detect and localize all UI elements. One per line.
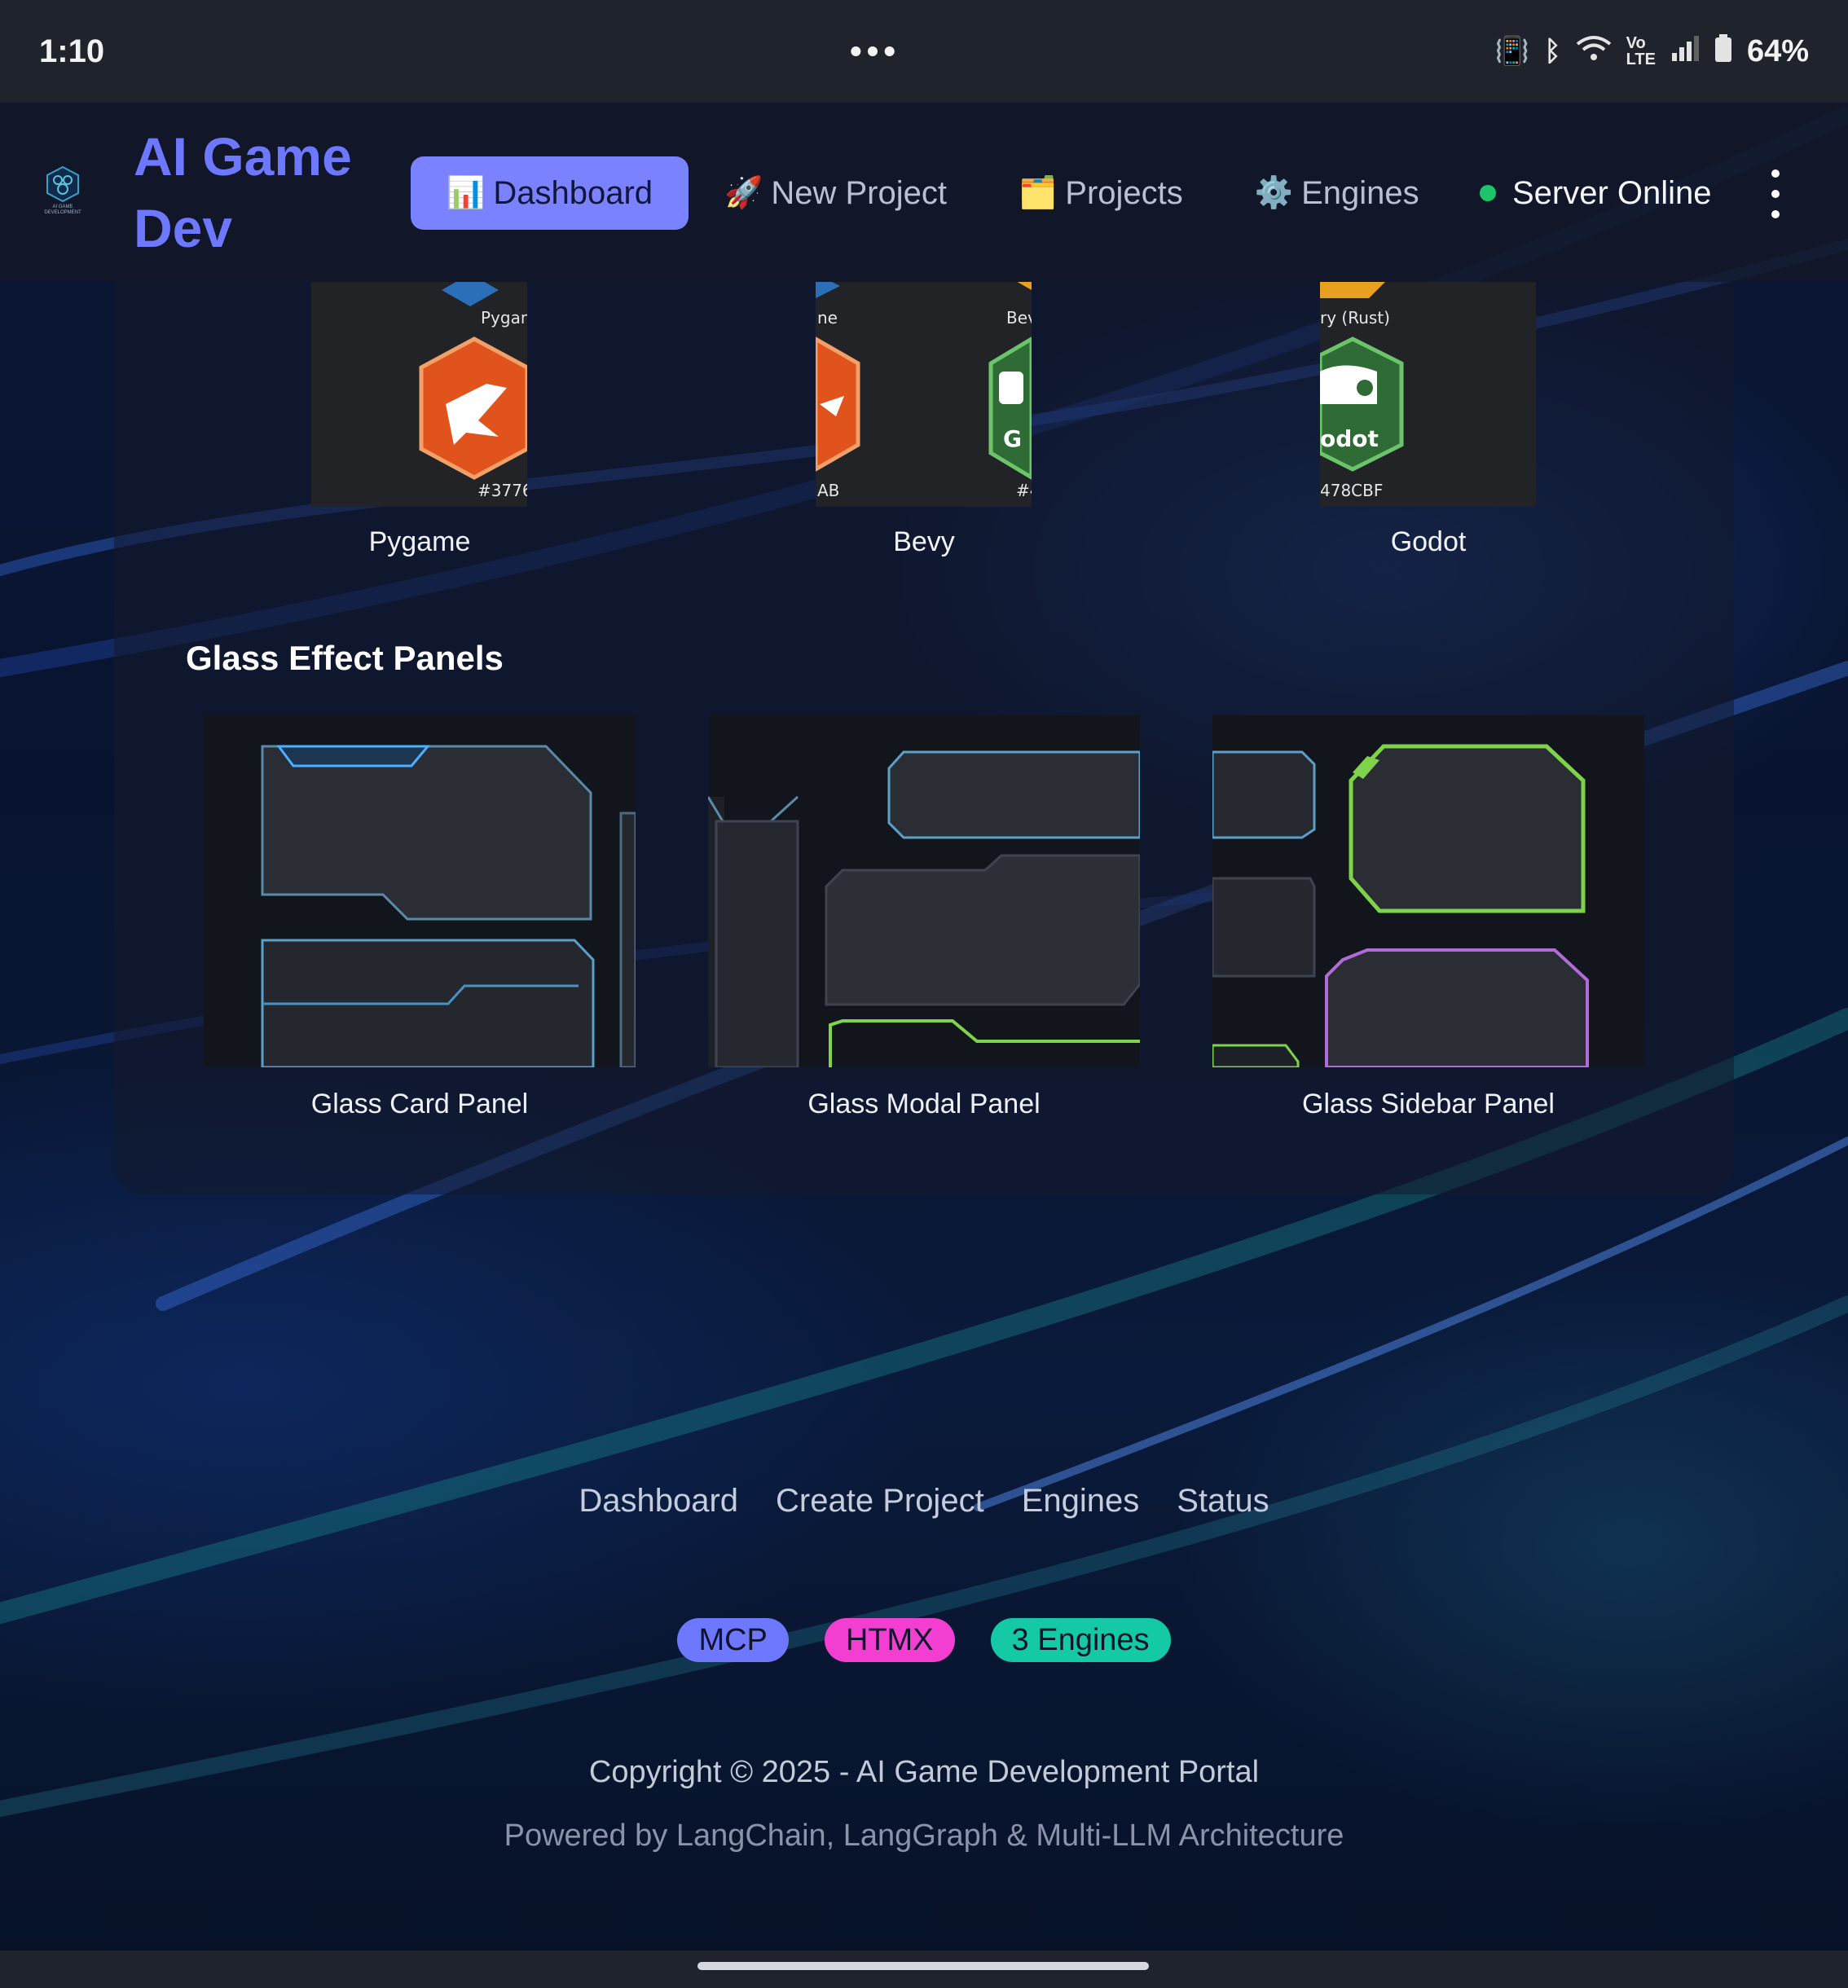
brand-logo[interactable]: AI GAME DEVELOPMENT [42, 165, 83, 219]
gear-icon: ⚙️ [1254, 176, 1294, 210]
brain-logo-icon [46, 165, 79, 203]
footer-link-dashboard[interactable]: Dashboard [579, 1483, 738, 1520]
badge-engines: 3 Engines [990, 1618, 1171, 1662]
content-card: Pygan #3776/ Pygame ne Bev G AB #4 Bevy [114, 282, 1734, 1194]
wifi-icon [1576, 34, 1612, 69]
nav-projects-label: Projects [1065, 174, 1183, 211]
glass-card-panel[interactable]: Glass Card Panel [204, 715, 636, 1120]
status-bar: 1:10 ••• 📳 ᛒ Vo LTE 64% [0, 0, 1848, 103]
nav-engines[interactable]: ⚙️ Engines [1219, 156, 1455, 230]
bevy-badge-text: G [1003, 425, 1022, 452]
nav-dashboard-label: Dashboard [493, 174, 653, 211]
bluetooth-icon: ᛒ [1544, 35, 1561, 67]
glass-card-panel-image [204, 715, 636, 1067]
glass-modal-panel[interactable]: Glass Modal Panel [708, 715, 1140, 1120]
godot-badge-text: odot [1320, 425, 1379, 452]
more-menu-icon[interactable] [1765, 169, 1786, 218]
glass-modal-panel-image [708, 715, 1140, 1067]
engine-pygame[interactable]: Pygan #3776/ Pygame [167, 282, 672, 575]
footer-link-status[interactable]: Status [1177, 1483, 1269, 1520]
glass-sidebar-panel-image [1212, 715, 1644, 1067]
bevy-bottom-right-text: #4 [1016, 481, 1032, 500]
volte-icon: Vo LTE [1626, 34, 1656, 68]
powered-by-text: Powered by LangChain, LangGraph & Multi-… [504, 1819, 1344, 1853]
glass-section-title: Glass Effect Panels [186, 639, 504, 677]
engine-godot[interactable]: ry (Rust) odot 478CBF Godot [1176, 282, 1681, 575]
godot-image: ry (Rust) odot 478CBF [1320, 282, 1536, 507]
bevy-top-right-text: Bev [1006, 308, 1032, 328]
footer-link-engines[interactable]: Engines [1022, 1483, 1140, 1520]
tech-badges: MCP HTMX 3 Engines [0, 1618, 1848, 1662]
glass-card-panel-label: Glass Card Panel [310, 1089, 529, 1119]
status-dot-icon [1480, 185, 1496, 201]
logo-caption: AI GAME DEVELOPMENT [44, 205, 81, 215]
home-indicator[interactable] [697, 1962, 1149, 1970]
engine-bevy[interactable]: ne Bev G AB #4 Bevy [671, 282, 1177, 575]
godot-bottom-text: 478CBF [1320, 481, 1384, 500]
folder-icon: 🗂️ [1018, 176, 1058, 210]
chart-icon: 📊 [447, 176, 486, 210]
vibrate-icon: 📳 [1494, 36, 1530, 67]
nav-projects[interactable]: 🗂️ Projects [983, 156, 1219, 230]
copyright-text: Copyright © 2025 - AI Game Development P… [588, 1755, 1260, 1789]
glass-sidebar-panel-label: Glass Sidebar Panel [1302, 1089, 1555, 1119]
brand-title[interactable]: AI Game Dev [134, 121, 378, 264]
nav-dashboard[interactable]: 📊 Dashboard [411, 156, 689, 230]
godot-top-text: ry (Rust) [1320, 308, 1390, 328]
engine-label-godot: Godot [1390, 526, 1467, 557]
rocket-icon: 🚀 [724, 176, 763, 210]
bevy-bottom-left-text: AB [817, 481, 840, 500]
server-status: Server Online [1480, 156, 1712, 230]
pygame-bottom-text: #3776/ [477, 481, 527, 500]
glass-modal-panel-label: Glass Modal Panel [807, 1089, 1041, 1119]
bevy-top-left-text: ne [817, 308, 838, 328]
nav-new-project-label: New Project [771, 174, 947, 211]
footer-links: Dashboard Create Project Engines Status [0, 1483, 1848, 1520]
glass-sidebar-panel[interactable]: Glass Sidebar Panel [1212, 715, 1644, 1120]
nav-engines-label: Engines [1301, 174, 1419, 211]
battery-icon [1714, 33, 1732, 69]
status-time: 1:10 [39, 33, 105, 69]
signal-icon [1670, 35, 1700, 68]
battery-percent: 64% [1746, 33, 1809, 68]
engine-label-bevy: Bevy [893, 526, 955, 557]
status-center-dots: ••• [849, 32, 901, 70]
badge-htmx: HTMX [824, 1618, 955, 1662]
footer-link-create-project[interactable]: Create Project [776, 1483, 984, 1520]
nav-new-project[interactable]: 🚀 New Project [689, 156, 983, 230]
pygame-image: Pygan #3776/ [311, 282, 527, 507]
badge-mcp: MCP [677, 1618, 789, 1662]
bevy-image: ne Bev G AB #4 [816, 282, 1032, 507]
pygame-top-text: Pygan [481, 308, 527, 328]
server-status-text: Server Online [1512, 174, 1712, 211]
status-icons: 📳 ᛒ Vo LTE 64% [1467, 33, 1809, 69]
main-nav: 📊 Dashboard 🚀 New Project 🗂️ Projects ⚙️… [411, 156, 1455, 230]
engine-label-pygame: Pygame [368, 526, 471, 557]
